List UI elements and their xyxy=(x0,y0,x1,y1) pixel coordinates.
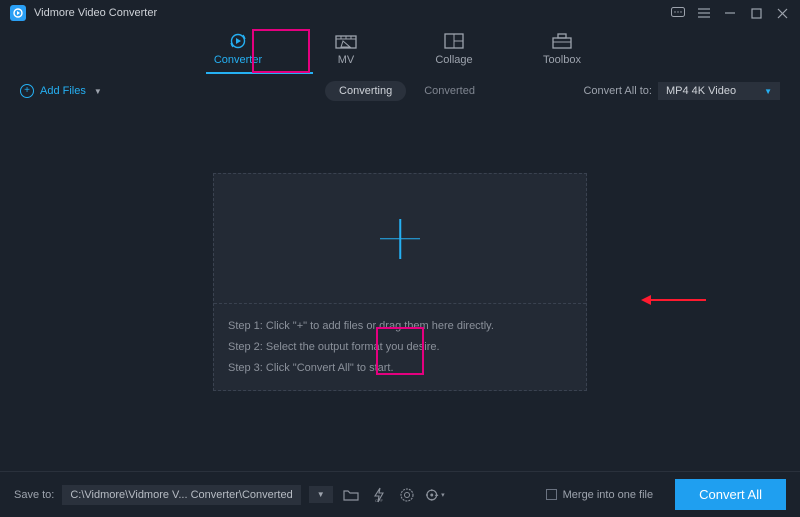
tab-mv[interactable]: MV xyxy=(318,32,374,66)
convert-all-label: Convert All xyxy=(699,487,762,502)
close-button[interactable] xyxy=(774,5,790,21)
svg-text:OFF: OFF xyxy=(375,498,384,503)
collage-icon xyxy=(443,32,465,50)
mv-icon xyxy=(335,32,357,50)
format-selected-value: MP4 4K Video xyxy=(666,85,736,97)
save-path-field[interactable]: C:\Vidmore\Vidmore V... Converter\Conver… xyxy=(62,485,300,505)
step-1-text: Step 1: Click "+" to add files or drag t… xyxy=(228,316,572,337)
settings-icon[interactable]: ▾ xyxy=(425,485,445,505)
convert-all-to-label: Convert All to: xyxy=(583,85,651,97)
instructions: Step 1: Click "+" to add files or drag t… xyxy=(214,304,586,391)
plus-circle-icon: + xyxy=(20,84,34,98)
output-format-select[interactable]: MP4 4K Video ▼ xyxy=(658,82,780,100)
tab-collage[interactable]: Collage xyxy=(426,32,482,66)
step-3-text: Step 3: Click "Convert All" to start. xyxy=(228,358,572,379)
menu-icon[interactable] xyxy=(696,5,712,21)
hardware-accel-icon[interactable]: OFF xyxy=(369,485,389,505)
tab-label: Collage xyxy=(435,54,472,66)
tab-label: MV xyxy=(338,54,355,66)
tab-underline xyxy=(251,72,313,74)
step-2-text: Step 2: Select the output format you des… xyxy=(228,337,572,358)
annotation-arrow xyxy=(644,299,706,301)
save-path-value: C:\Vidmore\Vidmore V... Converter\Conver… xyxy=(70,489,292,501)
merge-label: Merge into one file xyxy=(563,489,654,501)
save-to-label: Save to: xyxy=(14,489,54,501)
converting-label: Converting xyxy=(339,85,392,97)
chevron-down-icon: ▼ xyxy=(94,87,102,96)
feedback-icon[interactable] xyxy=(670,5,686,21)
maximize-button[interactable] xyxy=(748,5,764,21)
converted-tab[interactable]: Converted xyxy=(424,85,475,97)
add-files-button[interactable]: + Add Files ▼ xyxy=(20,84,102,98)
save-path-dropdown[interactable]: ▼ xyxy=(309,486,333,503)
high-speed-icon[interactable] xyxy=(397,485,417,505)
drop-zone[interactable]: Step 1: Click "+" to add files or drag t… xyxy=(213,173,587,391)
app-title: Vidmore Video Converter xyxy=(34,7,157,19)
app-logo xyxy=(10,5,26,21)
tab-label: Toolbox xyxy=(543,54,581,66)
add-files-plus-button[interactable] xyxy=(380,219,420,259)
chevron-down-icon: ▼ xyxy=(764,87,772,96)
converted-label: Converted xyxy=(424,85,475,97)
toolbox-icon xyxy=(551,32,573,50)
convert-all-button[interactable]: Convert All xyxy=(675,479,786,510)
add-files-label: Add Files xyxy=(40,85,86,97)
minimize-button[interactable] xyxy=(722,5,738,21)
tab-label: Converter xyxy=(214,54,262,66)
tab-toolbox[interactable]: Toolbox xyxy=(534,32,590,66)
converting-tab[interactable]: Converting xyxy=(325,81,406,101)
merge-checkbox[interactable] xyxy=(546,489,557,500)
converter-icon xyxy=(227,32,249,50)
open-folder-icon[interactable] xyxy=(341,485,361,505)
tab-converter[interactable]: Converter xyxy=(210,32,266,66)
